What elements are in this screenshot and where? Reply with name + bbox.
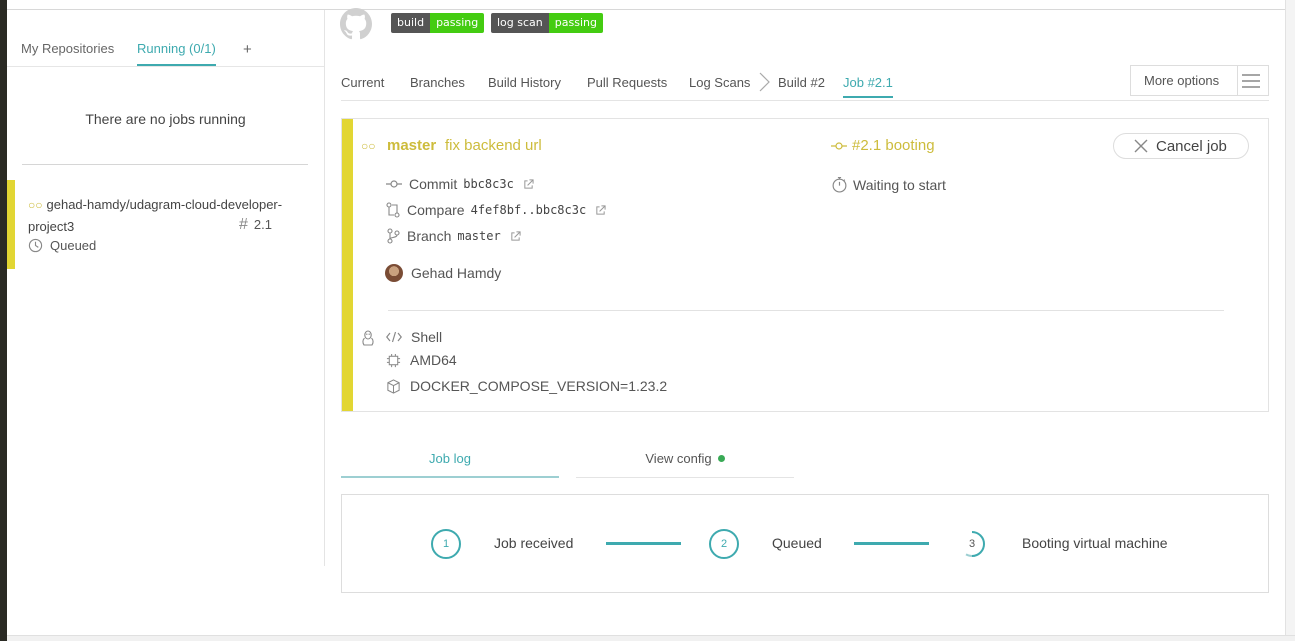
close-icon <box>1134 139 1148 153</box>
cancel-job-label: Cancel job <box>1156 137 1227 155</box>
step-1-label: Job received <box>494 535 574 551</box>
tab-branches[interactable]: Branches <box>410 75 465 90</box>
tab-job[interactable]: Job #2.1 <box>843 75 893 98</box>
tab-view-config[interactable]: View config <box>576 440 794 478</box>
sidebar-tabs: My Repositories Running (0/1) + <box>7 10 324 67</box>
job-waiting-label: Waiting to start <box>853 176 946 193</box>
step-connector <box>606 542 681 545</box>
job-state: #2.1 booting <box>831 137 935 154</box>
branch-name[interactable]: master <box>387 137 436 154</box>
job-status: Queued <box>28 238 96 253</box>
add-repository-button[interactable]: + <box>243 41 252 58</box>
job-summary-card: ○○ master fix backend url Commit bbc8c3c… <box>341 118 1269 412</box>
env-value: DOCKER_COMPOSE_VERSION=1.23.2 <box>410 378 668 394</box>
created-status-icon: ○○ <box>28 198 43 212</box>
compare-label: Compare <box>407 202 465 218</box>
stopwatch-icon <box>832 177 847 193</box>
build-badge-label: build <box>391 13 431 33</box>
commit-sha: bbc8c3c <box>463 177 514 191</box>
external-link-icon <box>524 178 534 189</box>
build-status-badge[interactable]: build passing <box>391 13 485 33</box>
log-scan-badge[interactable]: log scan passing <box>491 13 603 33</box>
job-log-panel: 1 Job received 2 Queued 3 Booting virtua… <box>341 494 1269 593</box>
commit-label: Commit <box>409 176 458 192</box>
branch-label: Branch <box>407 228 452 244</box>
code-icon <box>386 331 402 343</box>
job-waiting: Waiting to start <box>831 176 946 193</box>
compare-row[interactable]: Compare 4fef8bf..bbc8c3c <box>386 202 613 218</box>
clock-icon <box>28 238 43 253</box>
tab-build[interactable]: Build #2 <box>778 75 825 90</box>
bottom-border <box>7 635 1295 641</box>
job-number-value: 2.1 <box>253 217 272 232</box>
repo-tabs: Current Branches Build History Pull Requ… <box>341 57 1269 101</box>
step-3-label: Booting virtual machine <box>1022 535 1168 551</box>
github-icon[interactable] <box>340 8 372 40</box>
arch-value: AMD64 <box>410 352 457 368</box>
card-divider <box>388 310 1224 311</box>
step-3-number: 3 <box>968 538 976 550</box>
step-connector <box>854 542 929 545</box>
more-options-label: More options <box>1144 73 1220 88</box>
compare-icon <box>386 202 400 218</box>
cpu-icon <box>386 353 401 367</box>
tab-job-log-label: Job log <box>429 451 471 466</box>
branch-row[interactable]: Branch master <box>386 228 528 244</box>
cancel-job-button[interactable]: Cancel job <box>1113 133 1249 159</box>
external-link-icon <box>596 204 606 215</box>
commit-author: Gehad Hamdy <box>385 264 501 282</box>
linux-icon <box>362 330 374 346</box>
sidebar-divider <box>22 164 308 165</box>
running-job-item[interactable]: ○○ gehad-hamdy/udagram-cloud-developer-pr… <box>7 180 324 269</box>
log-scan-badge-label: log scan <box>491 13 549 33</box>
chevron-right-icon <box>759 72 770 92</box>
step-2-label: Queued <box>772 535 822 551</box>
env-row: DOCKER_COMPOSE_VERSION=1.23.2 <box>386 378 667 394</box>
tab-view-config-label: View config <box>645 451 712 466</box>
job-status-bar <box>7 180 15 269</box>
commit-message: fix backend url <box>445 137 542 154</box>
tab-running[interactable]: Running (0/1) <box>137 41 216 66</box>
avatar <box>385 264 403 282</box>
tab-pull-requests[interactable]: Pull Requests <box>587 75 667 90</box>
no-jobs-message: There are no jobs running <box>85 111 246 127</box>
created-status-icon: ○○ <box>361 139 376 153</box>
compare-range: 4fef8bf..bbc8c3c <box>470 203 587 217</box>
hash-icon: # <box>239 216 248 233</box>
hamburger-icon <box>1242 74 1260 88</box>
sidebar: My Repositories Running (0/1) + There ar… <box>7 10 325 566</box>
branch-icon <box>387 228 400 244</box>
more-options-button[interactable]: More options <box>1130 65 1269 96</box>
language-value: Shell <box>411 329 443 345</box>
job-state-label: #2.1 booting <box>852 137 935 154</box>
commit-icon <box>831 141 847 150</box>
job-status-bar <box>342 119 353 411</box>
tab-log-scans[interactable]: Log Scans <box>689 75 750 90</box>
step-3-indicator: 3 <box>957 529 987 559</box>
top-border <box>7 0 1285 10</box>
job-status-label: Queued <box>50 238 97 253</box>
tab-job-log[interactable]: Job log <box>341 440 559 478</box>
author-name: Gehad Hamdy <box>411 265 502 281</box>
config-status-dot <box>717 455 725 462</box>
tab-build-history[interactable]: Build History <box>488 75 561 90</box>
job-number: #2.1 <box>239 216 272 234</box>
commit-icon <box>386 180 402 188</box>
arch-row: AMD64 <box>386 352 457 368</box>
branch-value: master <box>457 229 501 243</box>
build-badge-value: passing <box>430 13 485 33</box>
scrollbar-track[interactable] <box>1285 0 1295 641</box>
more-options-divider <box>1237 66 1238 95</box>
tab-my-repositories[interactable]: My Repositories <box>21 41 114 56</box>
box-icon <box>387 378 400 394</box>
external-link-icon <box>511 230 521 241</box>
step-1-indicator: 1 <box>431 529 461 559</box>
window-edge <box>0 0 7 641</box>
commit-row[interactable]: Commit bbc8c3c <box>386 176 541 192</box>
tab-current[interactable]: Current <box>341 75 384 90</box>
step-2-indicator: 2 <box>709 529 739 559</box>
language-row: Shell <box>386 329 442 345</box>
log-scan-badge-value: passing <box>548 13 603 33</box>
